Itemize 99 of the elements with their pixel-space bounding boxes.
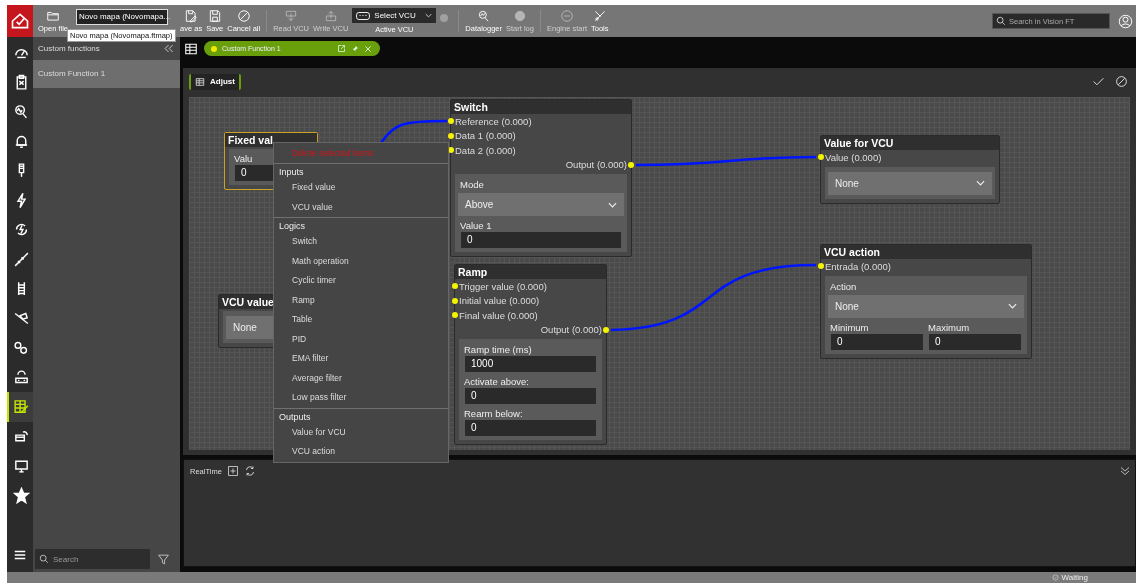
table-edit-icon [12, 398, 30, 416]
dropdown[interactable]: None [828, 171, 992, 195]
node[interactable]: Switch Reference (0.000) Data 1 (0.000) Data 2 (0.000) Output (0.000) Mode Above Value 1 0 [450, 99, 632, 257]
menu-icon[interactable] [13, 548, 27, 562]
field-label: Valu [233, 152, 254, 165]
output-port[interactable] [603, 326, 609, 333]
menu-item[interactable]: Average filter [274, 368, 448, 388]
check-icon[interactable] [1092, 75, 1105, 88]
menu-item[interactable]: Low pass filter [274, 388, 448, 408]
node-title: Switch [454, 101, 488, 113]
input-port[interactable] [818, 154, 824, 161]
node-title: Value for VCU [824, 137, 894, 149]
search-icon [39, 554, 49, 564]
node[interactable]: VCU action Entrada (0.000) Action None Minimum 0 Maximum 0 [820, 244, 1032, 359]
port-label: Data 1 (0.000) [455, 130, 516, 142]
menu-item[interactable]: EMA filter [274, 349, 448, 369]
port-label: Value (0.000) [825, 151, 882, 163]
chevron-down-icon [976, 180, 985, 186]
field-label: Activate above: [463, 375, 530, 388]
gear-car-icon [12, 368, 30, 386]
magnifier-wave-icon [476, 9, 491, 23]
caret-icon [425, 13, 433, 18]
field-label: Maximum [927, 320, 971, 334]
output-port[interactable] [628, 161, 634, 168]
node-title: Fixed val [228, 134, 273, 146]
wire [379, 119, 447, 144]
node-title: VCU value [222, 296, 274, 308]
add-icon[interactable] [226, 465, 239, 477]
input-port[interactable] [452, 312, 458, 319]
search-field[interactable]: Search [35, 549, 150, 569]
refresh-icon[interactable] [243, 465, 256, 477]
magnifier-wave-icon [12, 103, 30, 121]
filter-icon[interactable] [157, 552, 170, 566]
port-label: Reference (0.000) [455, 115, 532, 127]
upload-box-icon [323, 9, 338, 23]
menu-item[interactable]: Cyclic timer [274, 271, 448, 291]
table-icon [195, 76, 205, 87]
download-box-icon [284, 9, 299, 23]
save-as-icon [184, 9, 199, 23]
input-field[interactable]: 0 [929, 333, 1021, 350]
field-label: Action [829, 279, 858, 293]
input-field[interactable]: 0 [465, 388, 596, 404]
input-field[interactable]: 1000 [465, 356, 596, 372]
chevron-down-icon [1008, 303, 1017, 309]
close-icon[interactable] [364, 44, 372, 53]
menu-item[interactable]: VCU action [274, 442, 448, 462]
port-label: Output (0.000) [540, 324, 602, 336]
node-title: Ramp [458, 266, 488, 278]
field-label: Rearm below: [463, 407, 524, 420]
sidebar-item[interactable]: Custom Function 1 [33, 60, 180, 88]
double-chevron-icon[interactable] [1119, 465, 1131, 477]
user-icon[interactable] [1118, 13, 1133, 29]
port-label: Trigger value (0.000) [459, 280, 547, 292]
vcu-dropdown[interactable]: Select VCU [352, 8, 437, 23]
star-icon [12, 486, 30, 504]
port-label: Entrada (0.000) [825, 260, 891, 272]
menu-section-title: Inputs [278, 166, 305, 178]
menu-item[interactable]: VCU value [274, 197, 448, 217]
cancel-icon [236, 9, 251, 23]
field-label: Value 1 [459, 219, 493, 232]
table-icon[interactable] [184, 41, 198, 56]
node[interactable]: Value for VCU Value (0.000) None [820, 135, 1000, 204]
tools-icon [592, 9, 607, 23]
folder-icon [46, 9, 60, 23]
node[interactable]: Ramp Trigger value (0.000) Initial value (0.000) Final value (0.000) Output (0.000) Ramp time (ms) 1000 Activate above: 0 Rearm below: 0 [454, 264, 607, 445]
field-label: Minimum [829, 320, 870, 334]
status-text: Waiting [1061, 573, 1088, 582]
pin-icon[interactable] [351, 44, 359, 53]
search-icon [996, 15, 1006, 27]
cancel-icon[interactable] [1115, 75, 1128, 88]
port-label: Data 2 (0.000) [455, 144, 516, 156]
panel-title: Custom functions [38, 44, 100, 53]
field-label: Mode [459, 178, 485, 191]
dropdown[interactable]: None [828, 294, 1024, 318]
collapse-icon[interactable] [163, 44, 174, 53]
field-label: Ramp time (ms) [463, 343, 533, 356]
input-field[interactable]: 0 [461, 232, 621, 248]
start-button-icon [560, 9, 574, 23]
chevron-down-icon [608, 201, 617, 208]
menu-item[interactable]: Math operation [274, 251, 448, 271]
menu-section-title: Outputs [278, 410, 312, 423]
diagonal-tool-icon [12, 250, 30, 268]
menu-item[interactable]: Value for VCU [274, 422, 448, 442]
input-field[interactable]: 0 [831, 333, 923, 350]
logo-icon[interactable] [7, 5, 33, 37]
floppy-icon [207, 9, 222, 23]
device-icon [356, 10, 371, 21]
port-label: Output (0.000) [565, 159, 627, 171]
input-port[interactable] [818, 263, 824, 270]
port-label: Final value (0.000) [459, 309, 538, 321]
port-label: Initial value (0.000) [459, 295, 540, 307]
dropdown[interactable]: Above [458, 193, 624, 216]
gears-icon [12, 339, 30, 357]
menu-section-title: Logics [278, 220, 306, 232]
menu-item[interactable]: Switch [274, 232, 448, 252]
input-field[interactable]: 0 [465, 420, 596, 436]
adjust-tab[interactable]: Adjust [189, 73, 241, 90]
node-title: VCU action [824, 246, 880, 258]
search-input[interactable]: Search [53, 554, 143, 564]
